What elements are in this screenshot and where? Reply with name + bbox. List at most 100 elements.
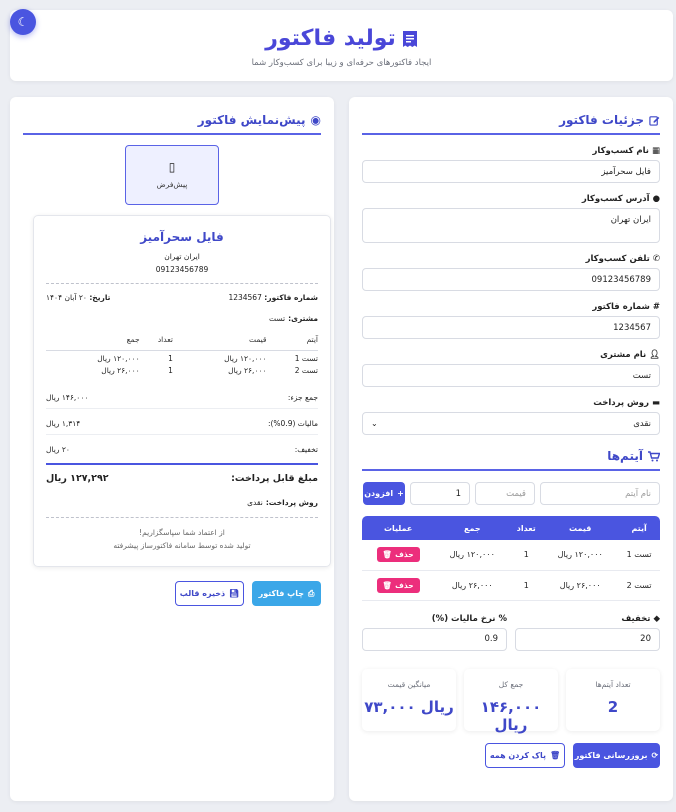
cell-total: ۲۶,۰۰۰ ریال (434, 570, 511, 601)
invoice-summary: جمع جزء: ۱۴۶,۰۰۰ ریال مالیات (0.9%): ۱,۳… (46, 387, 318, 507)
business-address-textarea[interactable]: ایران تهران (362, 208, 660, 243)
inv-cell-price: ۱۲۰,۰۰۰ ریال (224, 354, 267, 363)
invoice-items-table: آیتم قیمت تعداد جمع تست 1 ۱۲۰,۰۰۰ ریال 1… (46, 335, 318, 375)
invoice-address: ایران تهران (164, 252, 200, 261)
inv-col-item: آیتم (266, 335, 318, 351)
invoice-preview-panel: ◉ پیش‌نمایش فاکتور ▯ پیش‌فرض فایل سحرآمی… (10, 97, 334, 801)
customer-name-input[interactable]: تست (362, 364, 660, 387)
edit-icon (649, 115, 660, 126)
business-name-input[interactable]: فایل سحرآمیز (362, 160, 660, 183)
cell-price: ۱۲۰,۰۰۰ ریال (542, 540, 619, 571)
inv-cell-qty: 1 (168, 354, 173, 363)
payable-label: مبلغ قابل پرداخت: (231, 473, 318, 484)
table-row: تست 2 ۲۶,۰۰۰ ریال 1 ۲۶,۰۰۰ ریال (46, 363, 318, 375)
preview-title-text: پیش‌نمایش فاکتور (197, 113, 306, 127)
footer-text: تولید شده توسط سامانه فاکتورساز پیشرفته (113, 541, 251, 550)
template-option-default[interactable]: ▯ پیش‌فرض (125, 145, 219, 205)
business-address-field: ● آدرس کسب‌وکار ایران تهران (362, 194, 660, 243)
subtotal-row: جمع جزء: ۱۴۶,۰۰۰ ریال (46, 387, 318, 409)
table-row: تست 1 ۱۲۰,۰۰۰ ریال 1 ۱۲۰,۰۰۰ ریال حذف 🗑︎ (362, 540, 660, 571)
percent-icon: % (498, 613, 507, 624)
plus-icon: + (397, 489, 404, 498)
item-quantity-input[interactable]: 1 (410, 482, 470, 505)
col-price: قیمت (542, 516, 619, 540)
payment-method-label-text: روش پرداخت (593, 398, 649, 408)
eye-icon: ◉ (310, 113, 321, 127)
stats-row: تعداد آیتم‌ها 2 جمع کل ۱۴۶,۰۰۰ ریال میان… (362, 668, 660, 734)
shopping-cart-icon (648, 450, 660, 461)
table-row: تست 2 ۲۶,۰۰۰ ریال 1 ۲۶,۰۰۰ ریال حذف 🗑︎ (362, 570, 660, 601)
receipt-icon (402, 30, 417, 47)
tax-value: ۱,۳۱۴ ریال (46, 419, 81, 428)
discount-input[interactable]: 20 (515, 627, 660, 651)
delete-item-button[interactable]: حذف 🗑︎ (376, 577, 420, 593)
invoice-number-label-text: شماره فاکتور (592, 302, 650, 312)
payable-row: مبلغ قابل پرداخت: ۱۲۷,۲۹۲ ریال (46, 463, 318, 484)
invoice-meta-row: شماره فاکتور: 1234567 تاریخ: ۲۰ آبان ۱۴۰… (46, 293, 318, 302)
inv-cell-price: ۲۶,۰۰۰ ریال (228, 366, 267, 375)
payment-method-select[interactable]: نقدی ⌄ (362, 412, 660, 435)
inv-cell-qty: 1 (168, 366, 173, 375)
item-price-input[interactable]: قیمت (475, 482, 535, 505)
business-phone-label-text: تلفن کسب‌وکار (585, 254, 650, 264)
preview-actions: ذخیره قالب 💾︎ چاپ فاکتور ⎙ (175, 581, 321, 606)
inv-col-total: جمع (46, 335, 140, 351)
form-panel-title: جزئیات فاکتور (362, 113, 660, 135)
date-label: تاریخ: (89, 293, 111, 302)
stat-average: میانگین قیمت ۷۳,۰۰۰ ریال (362, 668, 456, 731)
preview-panel-title: ◉ پیش‌نمایش فاکتور (23, 113, 321, 135)
cell-actions: حذف 🗑︎ (362, 570, 435, 601)
update-label: بروزرسانی فاکتور (574, 750, 648, 760)
app-header: تولید فاکتور ایجاد فاکتورهای حرفه‌ای و ز… (10, 10, 673, 81)
save-template-button[interactable]: ذخیره قالب 💾︎ (175, 581, 244, 606)
theme-toggle-button[interactable]: ☾ (10, 9, 36, 35)
template-icon: ▯ (168, 160, 176, 174)
delete-item-button[interactable]: حذف 🗑︎ (376, 547, 420, 563)
invoice-phone: 09123456789 (155, 265, 209, 274)
business-phone-input[interactable]: 09123456789 (362, 268, 660, 291)
inv-cell-total: ۱۲۰,۰۰۰ ریال (97, 354, 140, 363)
col-qty: تعداد (510, 516, 543, 540)
inv-cell-item: تست 1 (294, 354, 318, 363)
print-invoice-button[interactable]: چاپ فاکتور ⎙ (252, 581, 321, 606)
stat-total-label: جمع کل (498, 679, 524, 689)
table-row: تست 1 ۱۲۰,۰۰۰ ریال 1 ۱۲۰,۰۰۰ ریال (46, 351, 318, 363)
customer-name-label-text: نام مشتری (600, 350, 647, 360)
add-item-button[interactable]: افزودن + (363, 482, 405, 505)
item-name-input[interactable]: نام آیتم (540, 482, 660, 505)
discount-label-text: تخفیف (621, 613, 651, 624)
cell-qty: 1 (510, 570, 543, 601)
customer-name-label: 👤︎ نام مشتری (362, 350, 660, 360)
page-subtitle: ایجاد فاکتورهای حرفه‌ای و زیبا برای کسب‌… (251, 58, 432, 68)
save-label: ذخیره قالب (179, 589, 226, 598)
stat-total: جمع کل ۱۴۶,۰۰۰ ریال (464, 668, 558, 734)
inv-cell-total: ۲۶,۰۰۰ ریال (101, 366, 140, 375)
delete-label: حذف (395, 550, 414, 560)
customer-name-field: 👤︎ نام مشتری تست (362, 350, 660, 387)
discount-row-value: ۲۰ ریال (46, 445, 70, 454)
printer-icon: ⎙ (307, 588, 315, 598)
inv-col-price: قیمت (172, 335, 267, 351)
cell-item: تست 1 (618, 540, 660, 571)
business-phone-field: ✆ تلفن کسب‌وکار 09123456789 (362, 254, 660, 291)
template-label: پیش‌فرض (156, 180, 188, 189)
subtotal-label: جمع جزء: (287, 393, 318, 402)
stat-total-value: ۱۴۶,۰۰۰ ریال (480, 697, 542, 734)
stat-count-value: 2 (607, 697, 619, 716)
update-invoice-button[interactable]: بروزرسانی فاکتور ⟳ (573, 742, 660, 768)
tax-rate-field: % نرخ مالیات (%) 0.9 (362, 614, 507, 651)
clear-all-button[interactable]: پاک کردن همه 🗑︎ (485, 742, 565, 768)
tax-discount-row: % نرخ مالیات (%) 0.9 ◆ تخفیف 20 (362, 603, 660, 651)
cell-price: ۲۶,۰۰۰ ریال (542, 570, 619, 601)
stat-avg-value: ۷۳,۰۰۰ ریال (364, 697, 454, 716)
cell-total: ۱۲۰,۰۰۰ ریال (434, 540, 511, 571)
refresh-icon: ⟳ (651, 750, 659, 760)
user-icon: 👤︎ (649, 350, 660, 360)
col-total: جمع (434, 516, 511, 540)
invoice-table-header: آیتم قیمت تعداد جمع (46, 335, 318, 351)
building-icon: ▦ (651, 146, 660, 156)
form-actions: بروزرسانی فاکتور ⟳ پاک کردن همه 🗑︎ (362, 742, 660, 768)
tax-rate-input[interactable]: 0.9 (362, 627, 507, 651)
inv-cell-item: تست 2 (294, 366, 318, 375)
invoice-number-input[interactable]: 1234567 (362, 316, 660, 339)
